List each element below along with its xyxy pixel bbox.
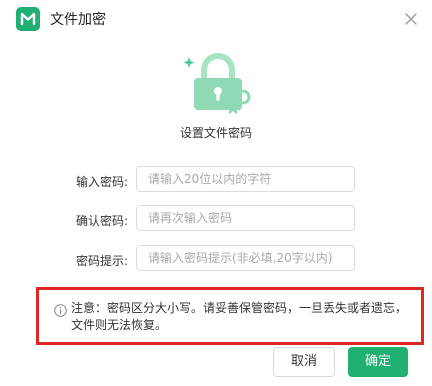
lock-key-illustration	[168, 50, 268, 122]
confirm-button[interactable]: 确定	[348, 347, 408, 377]
close-button[interactable]	[400, 8, 422, 30]
dialog-title: 文件加密	[50, 12, 106, 28]
confirm-password-label: 确认密码:	[75, 214, 128, 228]
close-icon[interactable]	[400, 8, 422, 30]
confirm-password-input[interactable]	[136, 205, 355, 231]
password-input[interactable]	[136, 166, 355, 192]
password-label: 输入密码:	[75, 175, 128, 189]
password-hint-label: 密码提示:	[75, 254, 128, 268]
dialog-heading: 设置文件密码	[179, 126, 252, 140]
title-bar: 文件加密	[0, 0, 432, 40]
password-hint-input[interactable]	[136, 245, 355, 271]
info-icon	[54, 304, 67, 317]
notice-box: 注意：密码区分大小写。请妥善保管密码，一旦丢失或者遗忘，文件则无法恢复。	[36, 287, 424, 345]
app-logo-icon	[16, 7, 40, 31]
notice-text: 注意：密码区分大小写。请妥善保管密码，一旦丢失或者遗忘，文件则无法恢复。	[71, 301, 408, 332]
cancel-button[interactable]: 取消	[273, 347, 335, 377]
